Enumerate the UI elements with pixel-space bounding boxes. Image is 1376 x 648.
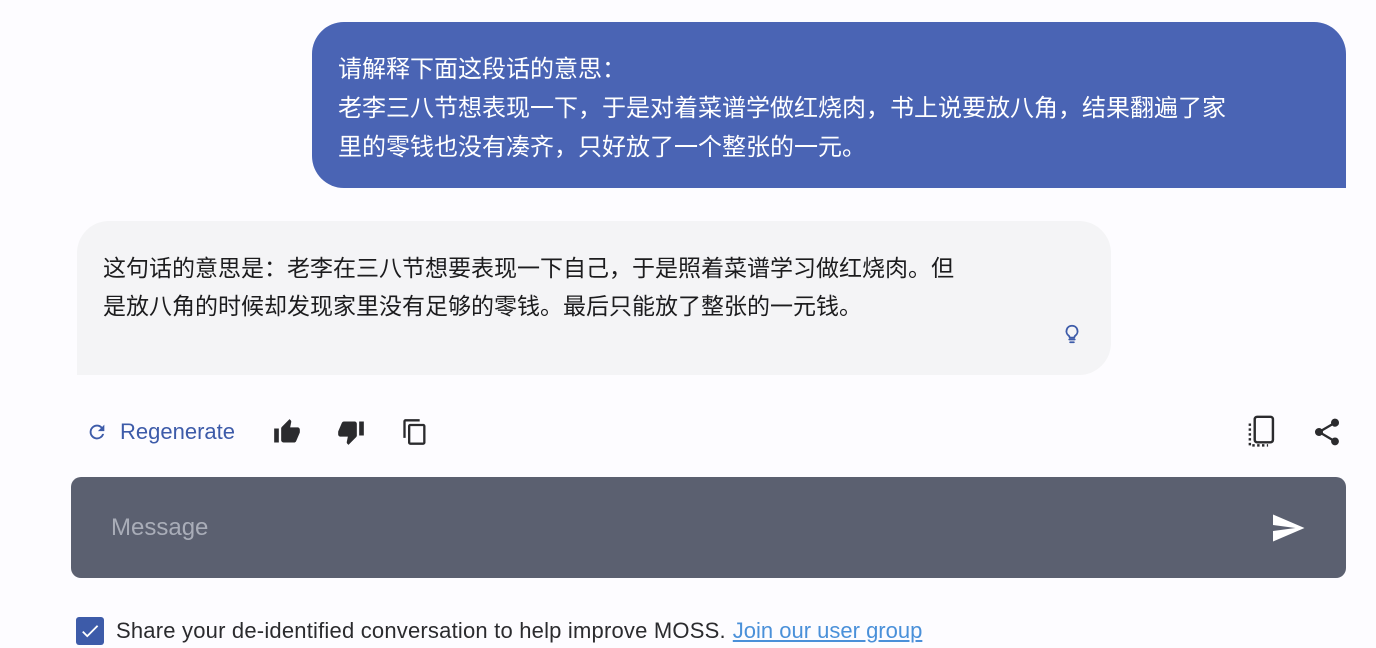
share-consent-checkbox[interactable] [76,617,104,645]
user-message-line: 老李三八节想表现一下，于是对着菜谱学做红烧肉，书上说要放八角，结果翻遍了家 [338,95,1226,122]
regenerate-button[interactable]: Regenerate [86,416,235,448]
checkmark-icon [82,625,99,638]
send-icon[interactable] [1269,510,1307,546]
join-user-group-link[interactable]: Join our user group [733,618,923,644]
assistant-message-line: 这句话的意思是：老李在三八节想要表现一下自己，于是照着菜谱学习做红烧肉。但 [103,255,954,281]
user-message-bubble: 请解释下面这段话的意思： 老李三八节想表现一下，于是对着菜谱学做红烧肉，书上说要… [312,22,1346,188]
thumbs-down-icon[interactable] [337,418,365,446]
refresh-icon [89,424,105,440]
user-message-line: 里的零钱也没有凑齐，只好放了一个整张的一元。 [338,134,866,161]
assistant-message-line: 是放八角的时候却发现家里没有足够的零钱。最后只能放了整张的一元钱。 [103,293,862,319]
message-actions-toolbar: Regenerate [0,412,1376,452]
consent-text: Share your de-identified conversation to… [116,618,726,643]
consent-row: Share your de-identified conversation to… [76,616,922,646]
user-message-line: 请解释下面这段话的意思： [338,56,626,83]
message-composer [71,477,1346,578]
regenerate-label: Regenerate [120,419,235,444]
assistant-message-bubble: 这句话的意思是：老李在三八节想要表现一下自己，于是照着菜谱学习做红烧肉。但 是放… [77,221,1111,375]
share-icon[interactable] [1311,416,1343,448]
thumbs-up-icon[interactable] [273,418,301,446]
message-input[interactable] [109,507,1233,549]
lightbulb-icon[interactable] [1061,323,1083,345]
screenshot-icon[interactable] [1247,415,1277,449]
copy-icon[interactable] [401,418,429,446]
